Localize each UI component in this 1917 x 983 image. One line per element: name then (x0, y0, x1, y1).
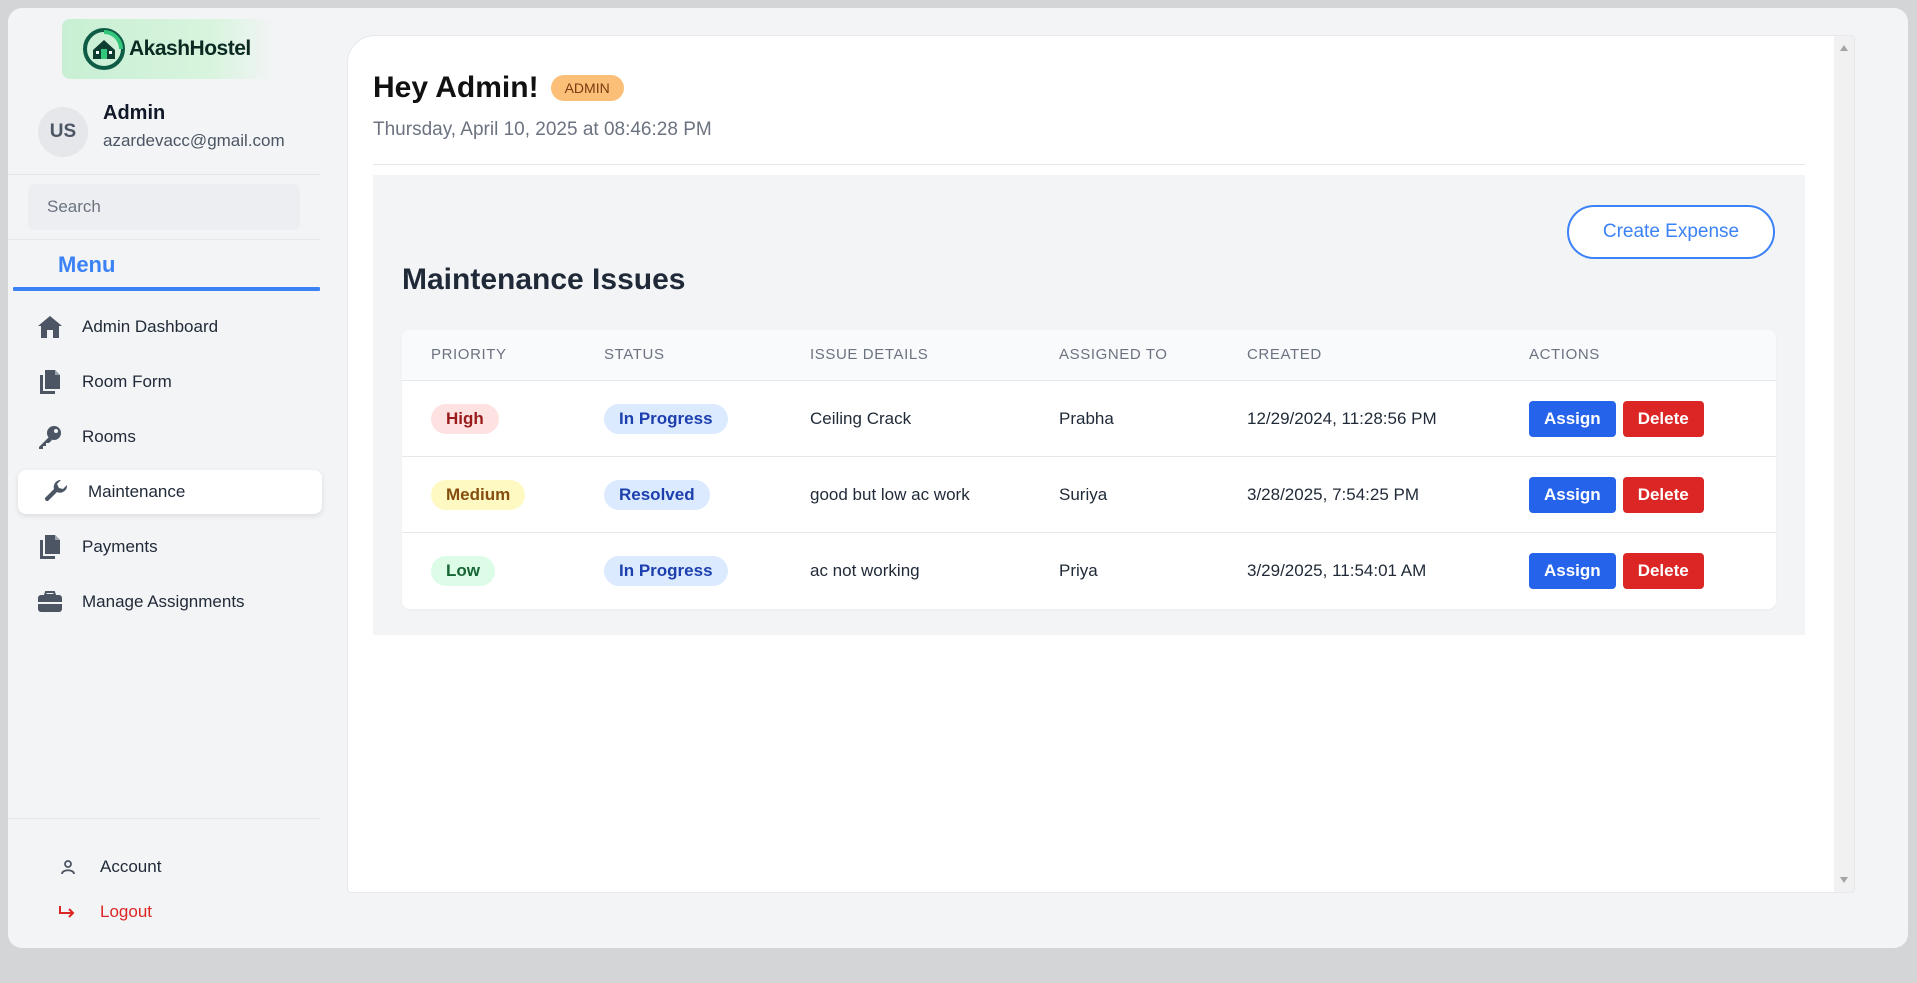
maintenance-table: PRIORITY STATUS ISSUE DETAILS ASSIGNED T… (402, 330, 1776, 609)
sidebar-item-label: Room Form (82, 372, 172, 391)
column-header-status: STATUS (604, 346, 665, 363)
column-header-actions: ACTIONS (1529, 346, 1600, 363)
column-header-created: CREATED (1247, 346, 1322, 363)
status-badge: In Progress (604, 556, 728, 586)
assigned-to: Priya (1059, 561, 1098, 580)
logout-link[interactable]: Logout (58, 902, 152, 922)
briefcase-icon (36, 588, 64, 616)
table-row: High In Progress Ceiling Crack Prabha 12… (402, 380, 1776, 456)
page-title: Hey Admin! (373, 71, 539, 104)
maintenance-section: Create Expense Maintenance Issues PRIORI… (373, 175, 1805, 635)
search-input[interactable] (28, 184, 300, 230)
sidebar-item-label: Rooms (82, 427, 136, 446)
priority-badge: Low (431, 556, 495, 586)
priority-badge: Medium (431, 480, 526, 510)
page-header: Hey Admin! ADMIN (373, 71, 624, 105)
brand-logo[interactable]: AkashHostel (62, 19, 276, 79)
account-label: Account (100, 857, 162, 876)
home-icon (36, 313, 64, 341)
current-datetime: Thursday, April 10, 2025 at 08:46:28 PM (373, 119, 712, 140)
user-icon (58, 857, 78, 877)
divider (8, 239, 320, 240)
logo-icon (83, 28, 125, 70)
column-header-assigned-to: ASSIGNED TO (1059, 346, 1168, 363)
sidebar: AkashHostel US Admin azardevacc@gmail.co… (8, 8, 322, 948)
table-header: PRIORITY STATUS ISSUE DETAILS ASSIGNED T… (402, 330, 1776, 380)
account-link[interactable]: Account (58, 857, 161, 877)
section-title: Maintenance Issues (402, 263, 686, 296)
assign-button[interactable]: Assign (1529, 553, 1616, 589)
created-date: 3/28/2025, 7:54:25 PM (1247, 485, 1420, 504)
column-header-priority: PRIORITY (431, 346, 507, 363)
scroll-down-arrow-icon[interactable] (1840, 877, 1848, 883)
divider (373, 164, 1805, 165)
assigned-to: Prabha (1059, 409, 1114, 428)
role-badge: ADMIN (550, 75, 624, 101)
column-header-issue-details: ISSUE DETAILS (810, 346, 929, 363)
user-email: azardevacc@gmail.com (103, 131, 285, 150)
sidebar-item-rooms[interactable]: Rooms (18, 415, 320, 459)
divider (8, 174, 320, 175)
sidebar-item-manage-assignments[interactable]: Manage Assignments (18, 580, 320, 624)
app-window: AkashHostel US Admin azardevacc@gmail.co… (8, 8, 1908, 948)
assign-button[interactable]: Assign (1529, 477, 1616, 513)
scroll-up-arrow-icon[interactable] (1840, 45, 1848, 51)
priority-badge: High (431, 404, 499, 434)
user-name: Admin (103, 102, 166, 124)
issue-details: good but low ac work (810, 485, 970, 504)
sidebar-item-maintenance[interactable]: Maintenance (18, 470, 322, 514)
menu-underline (13, 287, 320, 291)
assigned-to: Suriya (1059, 485, 1108, 504)
brand-name: AkashHostel (129, 37, 251, 60)
status-badge: In Progress (604, 404, 728, 434)
issue-details: Ceiling Crack (810, 409, 912, 428)
table-row: Medium Resolved good but low ac work Sur… (402, 456, 1776, 532)
created-date: 12/29/2024, 11:28:56 PM (1247, 409, 1437, 428)
sidebar-item-label: Manage Assignments (82, 592, 245, 611)
assign-button[interactable]: Assign (1529, 401, 1616, 437)
documents-icon (36, 533, 64, 561)
sidebar-item-label: Payments (82, 537, 158, 556)
wrench-icon (42, 478, 70, 506)
status-badge: Resolved (604, 480, 710, 510)
create-expense-button[interactable]: Create Expense (1567, 205, 1775, 259)
user-profile: US Admin azardevacc@gmail.com (38, 100, 285, 157)
main-panel: Hey Admin! ADMIN Thursday, April 10, 202… (347, 35, 1855, 893)
delete-button[interactable]: Delete (1622, 553, 1704, 589)
key-icon (36, 423, 64, 451)
sidebar-item-room-form[interactable]: Room Form (18, 360, 320, 404)
issue-details: ac not working (810, 561, 920, 580)
sidebar-item-label: Admin Dashboard (82, 317, 219, 336)
avatar: US (38, 107, 88, 157)
delete-button[interactable]: Delete (1622, 477, 1704, 513)
menu-title: Menu (58, 252, 116, 277)
documents-icon (36, 368, 64, 396)
sidebar-item-label: Maintenance (88, 482, 186, 501)
logout-icon (58, 902, 78, 922)
delete-button[interactable]: Delete (1622, 401, 1704, 437)
table-row: Low In Progress ac not working Priya 3/2… (402, 532, 1776, 608)
logout-label: Logout (100, 902, 152, 921)
sidebar-item-admin-dashboard[interactable]: Admin Dashboard (18, 305, 320, 349)
vertical-scrollbar[interactable] (1834, 36, 1854, 892)
divider (8, 818, 320, 819)
sidebar-item-payments[interactable]: Payments (18, 525, 320, 569)
created-date: 3/29/2025, 11:54:01 AM (1247, 561, 1427, 580)
